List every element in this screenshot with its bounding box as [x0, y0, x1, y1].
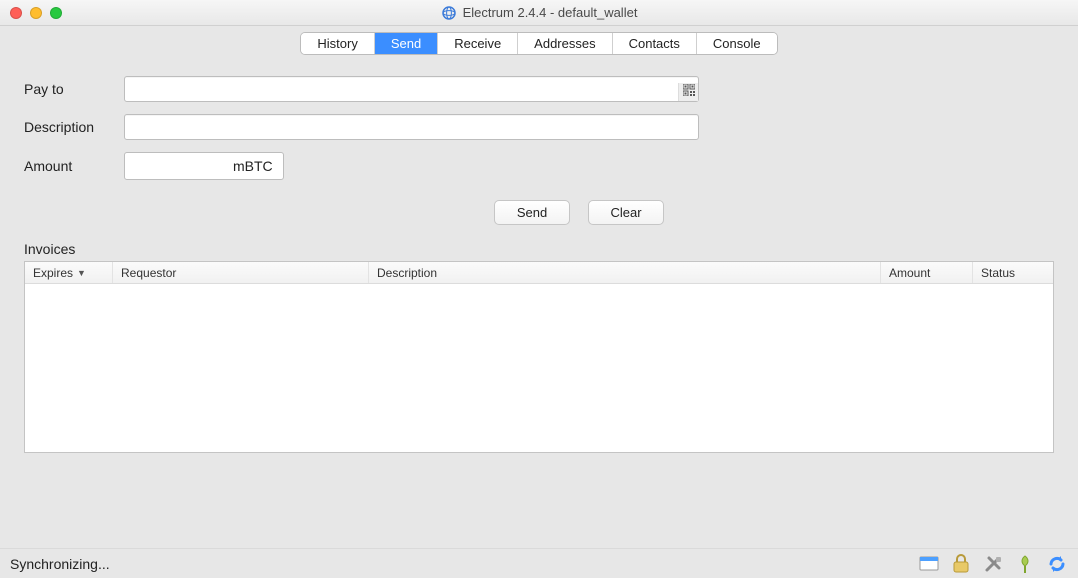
tab-receive[interactable]: Receive	[438, 33, 518, 54]
seed-icon[interactable]	[1014, 553, 1036, 575]
tab-history[interactable]: History	[301, 33, 374, 54]
refresh-icon[interactable]	[1046, 553, 1068, 575]
description-label: Description	[24, 119, 124, 135]
clear-button[interactable]: Clear	[588, 200, 664, 225]
column-amount[interactable]: Amount	[881, 262, 973, 283]
window-title-text: Electrum 2.4.4 - default_wallet	[463, 5, 638, 20]
zoom-window-button[interactable]	[50, 7, 62, 19]
tab-send[interactable]: Send	[375, 33, 438, 54]
status-text: Synchronizing...	[10, 556, 110, 572]
tab-console[interactable]: Console	[697, 33, 777, 54]
amount-label: Amount	[24, 158, 124, 174]
qr-scan-button[interactable]	[678, 83, 698, 101]
tab-bar: History Send Receive Addresses Contacts …	[0, 26, 1078, 54]
amount-unit: mBTC	[233, 158, 273, 174]
column-description[interactable]: Description	[369, 262, 881, 283]
column-status[interactable]: Status	[973, 262, 1053, 283]
column-expires[interactable]: Expires ▼	[25, 262, 113, 283]
app-icon	[441, 5, 457, 21]
column-requestor[interactable]: Requestor	[113, 262, 369, 283]
window-title: Electrum 2.4.4 - default_wallet	[0, 5, 1078, 21]
qr-icon	[683, 83, 695, 101]
invoices-header: Expires ▼ Requestor Description Amount S…	[25, 262, 1053, 284]
payto-label: Pay to	[24, 81, 124, 97]
titlebar: Electrum 2.4.4 - default_wallet	[0, 0, 1078, 26]
sort-indicator-icon: ▼	[77, 268, 86, 278]
amount-box: mBTC	[124, 152, 284, 180]
amount-input[interactable]	[125, 154, 225, 178]
close-window-button[interactable]	[10, 7, 22, 19]
invoices-body[interactable]	[25, 284, 1053, 452]
window-controls	[10, 7, 62, 19]
description-input[interactable]	[124, 114, 699, 140]
payto-input[interactable]	[124, 76, 699, 102]
invoices-heading: Invoices	[24, 241, 1054, 257]
send-button[interactable]: Send	[494, 200, 570, 225]
invoices-table: Expires ▼ Requestor Description Amount S…	[24, 261, 1054, 453]
tab-addresses[interactable]: Addresses	[518, 33, 612, 54]
status-icons	[918, 553, 1068, 575]
status-bar: Synchronizing...	[0, 548, 1078, 578]
send-panel: Pay to Description Amount mBTC Send Clea…	[0, 54, 1078, 453]
tabs: History Send Receive Addresses Contacts …	[300, 32, 777, 55]
lock-icon[interactable]	[950, 553, 972, 575]
network-status-icon[interactable]	[918, 553, 940, 575]
preferences-icon[interactable]	[982, 553, 1004, 575]
column-expires-label: Expires	[33, 266, 73, 280]
tab-contacts[interactable]: Contacts	[613, 33, 697, 54]
minimize-window-button[interactable]	[30, 7, 42, 19]
